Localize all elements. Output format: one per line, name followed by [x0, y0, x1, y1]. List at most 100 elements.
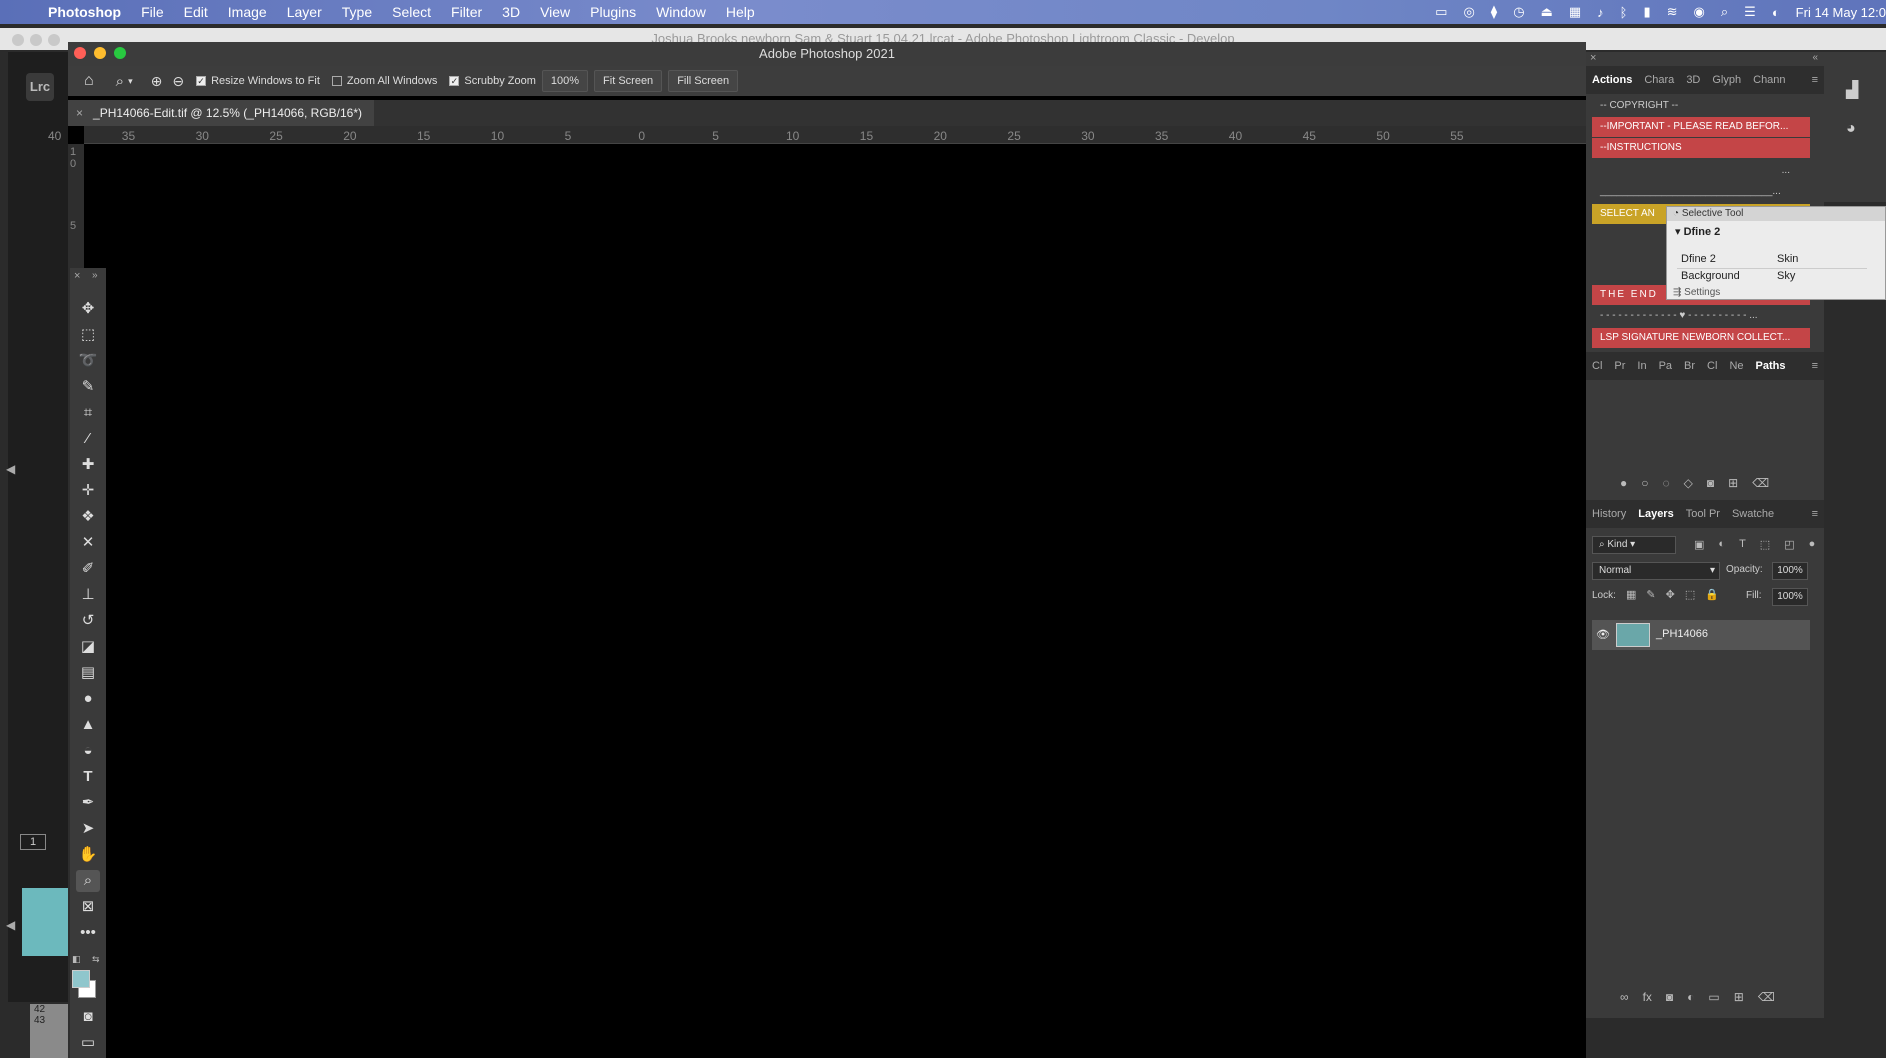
- fill-screen-button[interactable]: Fill Screen: [668, 70, 739, 92]
- link-layers-icon[interactable]: ∞: [1620, 990, 1629, 1004]
- tab-channels[interactable]: Chann: [1747, 74, 1791, 86]
- flag-uk-icon[interactable]: ▦: [1569, 4, 1581, 20]
- tab-layers[interactable]: Layers: [1632, 508, 1679, 520]
- shape-filter-icon[interactable]: ⬚: [1760, 538, 1770, 551]
- tab-character[interactable]: Chara: [1638, 74, 1680, 86]
- frame-tool-icon[interactable]: ⊠: [76, 896, 100, 918]
- add-mask-icon[interactable]: ◙: [1666, 990, 1673, 1004]
- filmstrip-thumbnail[interactable]: [22, 888, 68, 956]
- patch-tool-icon[interactable]: ❖: [76, 506, 100, 528]
- action-item[interactable]: -- COPYRIGHT --: [1592, 96, 1810, 116]
- close-icon[interactable]: ×: [74, 270, 80, 282]
- clone-stamp-icon[interactable]: ⊥: [76, 584, 100, 606]
- tab-history[interactable]: History: [1586, 508, 1632, 520]
- action-item[interactable]: --INSTRUCTIONS: [1592, 138, 1810, 158]
- fill-input[interactable]: 100%: [1772, 588, 1808, 606]
- dodge-tool-icon[interactable]: ◒: [76, 740, 100, 762]
- battery-icon[interactable]: ▮: [1643, 4, 1650, 20]
- panel-menu-icon[interactable]: ≡: [1806, 360, 1824, 372]
- action-item[interactable]: LSP SIGNATURE NEWBORN COLLECT...: [1592, 328, 1810, 348]
- creative-cloud-icon[interactable]: ◎: [1463, 4, 1474, 20]
- collapse-left-icon[interactable]: ◀: [6, 462, 15, 476]
- layer-filter-select[interactable]: ⌕ Kind ▾: [1592, 536, 1676, 554]
- menu-edit[interactable]: Edit: [184, 4, 208, 20]
- default-colors-icon[interactable]: ◧: [72, 954, 81, 965]
- lock-artboard-icon[interactable]: ⬚: [1685, 588, 1695, 601]
- palette-icon[interactable]: ◕: [1846, 120, 1856, 138]
- filmstrip-index[interactable]: 1: [20, 834, 46, 850]
- tab-swatches[interactable]: Swatche: [1726, 508, 1780, 520]
- opacity-input[interactable]: 100%: [1772, 562, 1808, 580]
- tab-3d[interactable]: 3D: [1680, 74, 1706, 86]
- smart-object-filter-icon[interactable]: ◰: [1784, 538, 1794, 551]
- eye-icon[interactable]: 👁: [1596, 628, 1610, 641]
- scrubby-zoom-checkbox[interactable]: ✓ Scrubby Zoom: [449, 75, 536, 87]
- action-item[interactable]: _______________________________...: [1592, 182, 1810, 202]
- action-item[interactable]: - - - - - - - - - - - - - ♥ - - - - - - …: [1592, 306, 1810, 326]
- filter-toggle-icon[interactable]: ●: [1809, 538, 1816, 551]
- history-brush-icon[interactable]: ↺: [76, 610, 100, 632]
- menu-type[interactable]: Type: [342, 4, 372, 20]
- image-filter-icon[interactable]: ▣: [1694, 538, 1704, 551]
- new-layer-icon[interactable]: ⊞: [1734, 990, 1744, 1004]
- load-selection-icon[interactable]: ◌: [1663, 476, 1670, 490]
- new-path-icon[interactable]: ⊞: [1728, 476, 1738, 490]
- wifi-icon[interactable]: ≋: [1667, 4, 1678, 20]
- marquee-tool-icon[interactable]: ⬚: [76, 324, 100, 346]
- lock-all-icon[interactable]: 🔒: [1705, 588, 1719, 601]
- healing-brush-icon[interactable]: ✛: [76, 480, 100, 502]
- path-select-icon[interactable]: ➤: [76, 818, 100, 840]
- dropbox-icon[interactable]: ⧫: [1491, 4, 1497, 20]
- new-group-icon[interactable]: ▭: [1708, 990, 1719, 1004]
- hand-tool-icon[interactable]: ✋: [76, 844, 100, 866]
- chevron-down-icon[interactable]: ▾: [128, 76, 133, 87]
- screen-mode-icon[interactable]: ▭: [76, 1032, 100, 1054]
- screen-icon[interactable]: ▭: [1435, 4, 1447, 20]
- canvas[interactable]: [84, 144, 1586, 1058]
- menu-app[interactable]: Photoshop: [48, 4, 121, 20]
- zoom-out-icon[interactable]: ⊖: [172, 73, 184, 90]
- menu-3d[interactable]: 3D: [502, 4, 520, 20]
- collapse-icon[interactable]: «: [1812, 52, 1818, 63]
- eraser-tool-icon[interactable]: ◪: [76, 636, 100, 658]
- tab-paths[interactable]: Paths: [1750, 360, 1792, 372]
- zoom-level-field[interactable]: 100%: [541, 70, 589, 92]
- user-icon[interactable]: ◉: [1694, 4, 1705, 20]
- ps-zoom-button[interactable]: [114, 47, 126, 59]
- type-tool-icon[interactable]: T: [76, 766, 100, 788]
- menu-file[interactable]: File: [141, 4, 164, 20]
- zoom-tool-icon[interactable]: ⌕: [116, 73, 124, 90]
- histogram-icon[interactable]: ▟: [1846, 80, 1858, 100]
- lasso-tool-icon[interactable]: ➰: [76, 350, 100, 372]
- zoom-all-windows-checkbox[interactable]: Zoom All Windows: [331, 75, 437, 87]
- panel-menu-icon[interactable]: ≡: [1806, 74, 1824, 86]
- blur-tool-icon[interactable]: ●: [76, 688, 100, 710]
- quick-mask-icon[interactable]: ◙: [76, 1006, 100, 1028]
- resize-windows-checkbox[interactable]: ✓ Resize Windows to Fit: [196, 75, 320, 87]
- tab-info[interactable]: In: [1631, 360, 1652, 372]
- tab-brushes[interactable]: Br: [1678, 360, 1701, 372]
- home-icon[interactable]: ⌂: [84, 72, 94, 90]
- trash-icon[interactable]: ⌫: [1758, 990, 1775, 1004]
- menu-image[interactable]: Image: [228, 4, 267, 20]
- spotlight-icon[interactable]: ⌕: [1721, 4, 1728, 20]
- control-center-icon[interactable]: ☰: [1744, 4, 1756, 20]
- trash-icon[interactable]: ⌫: [1752, 476, 1769, 490]
- tab-navigator[interactable]: Ne: [1723, 360, 1749, 372]
- clock-text[interactable]: Fri 14 May 12:0: [1796, 5, 1886, 20]
- zoom-in-icon[interactable]: ⊕: [151, 73, 163, 90]
- volume-icon[interactable]: ♪: [1597, 5, 1604, 20]
- pen-tool-icon[interactable]: ✒: [76, 792, 100, 814]
- lr-minimize-button[interactable]: [30, 34, 42, 46]
- time-machine-icon[interactable]: ◷: [1513, 4, 1524, 20]
- adjustment-filter-icon[interactable]: ◐: [1718, 538, 1725, 551]
- menu-window[interactable]: Window: [656, 4, 706, 20]
- eyedropper-icon[interactable]: ⁄: [76, 428, 100, 450]
- fx-icon[interactable]: fx: [1643, 990, 1652, 1004]
- more-tools-icon[interactable]: •••: [76, 922, 100, 944]
- lr-zoom-button[interactable]: [48, 34, 60, 46]
- settings-button[interactable]: ⇶ Settings: [1673, 287, 1720, 298]
- close-icon[interactable]: ×: [1590, 52, 1596, 64]
- spot-healing-icon[interactable]: ✚: [76, 454, 100, 476]
- move-tool-icon[interactable]: ✥: [76, 298, 100, 320]
